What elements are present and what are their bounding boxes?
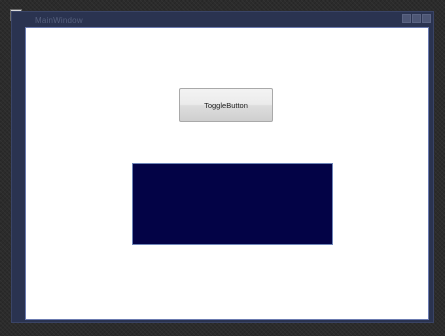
navy-rectangle xyxy=(132,163,333,245)
main-window: MainWindow ToggleButton xyxy=(11,11,434,323)
window-title: MainWindow xyxy=(35,16,83,25)
maximize-button[interactable] xyxy=(412,14,421,23)
toggle-button[interactable]: ToggleButton xyxy=(179,88,273,122)
minimize-button[interactable] xyxy=(402,14,411,23)
close-button[interactable] xyxy=(422,14,431,23)
toggle-button-label: ToggleButton xyxy=(204,100,248,110)
window-client-area: ToggleButton xyxy=(25,27,429,320)
caption-buttons xyxy=(402,14,431,23)
